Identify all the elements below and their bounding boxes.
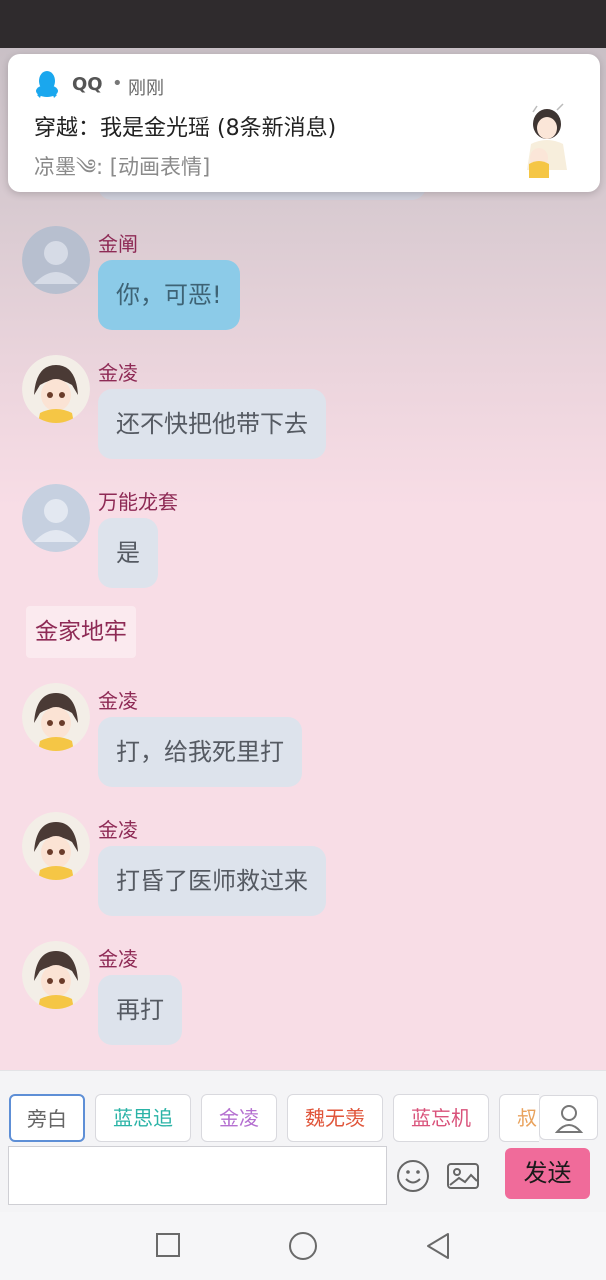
anime-avatar-icon[interactable]: [22, 683, 90, 751]
send-button[interactable]: 发送: [505, 1148, 590, 1199]
sender-name: 万能龙套: [98, 490, 178, 514]
character-chip-label: 蓝思追: [113, 1106, 173, 1130]
message-bubble[interactable]: 还不快把他带下去: [98, 389, 326, 459]
image-button[interactable]: [446, 1160, 480, 1192]
character-chip-label: 金凌: [219, 1106, 259, 1130]
sender-name: 金凌: [98, 361, 138, 385]
message-bubble[interactable]: 打昏了医师救过来: [98, 846, 326, 916]
character-chip[interactable]: 金凌: [201, 1094, 277, 1142]
anime-avatar-icon[interactable]: [22, 355, 90, 423]
sender-name: 金凌: [98, 947, 138, 971]
message-bubble[interactable]: 打，给我死里打: [98, 717, 302, 787]
notification-body: 凉墨༄: [动画表情]: [34, 155, 211, 179]
triangle-back-icon[interactable]: [424, 1231, 452, 1265]
character-chip-label: 叔: [517, 1106, 537, 1130]
notification-title: 穿越：我是金光瑶 (8条新消息): [34, 116, 337, 141]
emoji-icon: [396, 1160, 430, 1197]
status-bar: [0, 0, 606, 48]
emoji-button[interactable]: [396, 1159, 430, 1193]
message-input[interactable]: [8, 1146, 387, 1205]
image-icon: [446, 1163, 480, 1196]
character-chip-label: 旁白: [27, 1107, 67, 1131]
circle-home-icon[interactable]: [288, 1231, 318, 1265]
notification-separator: •: [112, 73, 123, 94]
notification-thumbnail: [513, 100, 577, 180]
profile-button[interactable]: [539, 1095, 598, 1140]
character-chip[interactable]: 旁白: [9, 1094, 85, 1142]
message-bubble[interactable]: 你，可恶!: [98, 260, 240, 330]
sender-name: 金凌: [98, 689, 138, 713]
anime-avatar-icon[interactable]: [22, 941, 90, 1009]
character-chip[interactable]: 蓝思追: [95, 1094, 191, 1142]
character-chip[interactable]: 蓝忘机: [393, 1094, 489, 1142]
sender-name: 金阐: [98, 232, 138, 256]
character-chip-label: 蓝忘机: [411, 1106, 471, 1130]
anime-avatar-icon[interactable]: [22, 812, 90, 880]
sender-name: 金凌: [98, 818, 138, 842]
qq-notification-banner[interactable]: QQ • 刚刚 穿越：我是金光瑶 (8条新消息) 凉墨༄: [动画表情]: [8, 54, 600, 192]
character-chip[interactable]: 魏无羡: [287, 1094, 383, 1142]
narration-label: 金家地牢: [26, 606, 136, 658]
message-bubble[interactable]: 是: [98, 518, 158, 588]
input-toolbar: 旁白 蓝思追 金凌 魏无羡 蓝忘机 叔 发送: [0, 1070, 606, 1212]
message-bubble[interactable]: 再打: [98, 975, 182, 1045]
default-avatar-icon[interactable]: [22, 484, 90, 552]
notification-app-name: QQ: [72, 74, 103, 95]
default-avatar-icon[interactable]: [22, 226, 90, 294]
square-recent-icon[interactable]: [155, 1232, 181, 1262]
notification-time: 刚刚: [128, 78, 164, 99]
profile-icon: [540, 1105, 599, 1145]
qq-icon: [34, 70, 60, 98]
character-chip[interactable]: 叔: [499, 1094, 539, 1142]
character-chip-label: 魏无羡: [305, 1106, 365, 1130]
system-navigation-bar: [0, 1212, 606, 1280]
